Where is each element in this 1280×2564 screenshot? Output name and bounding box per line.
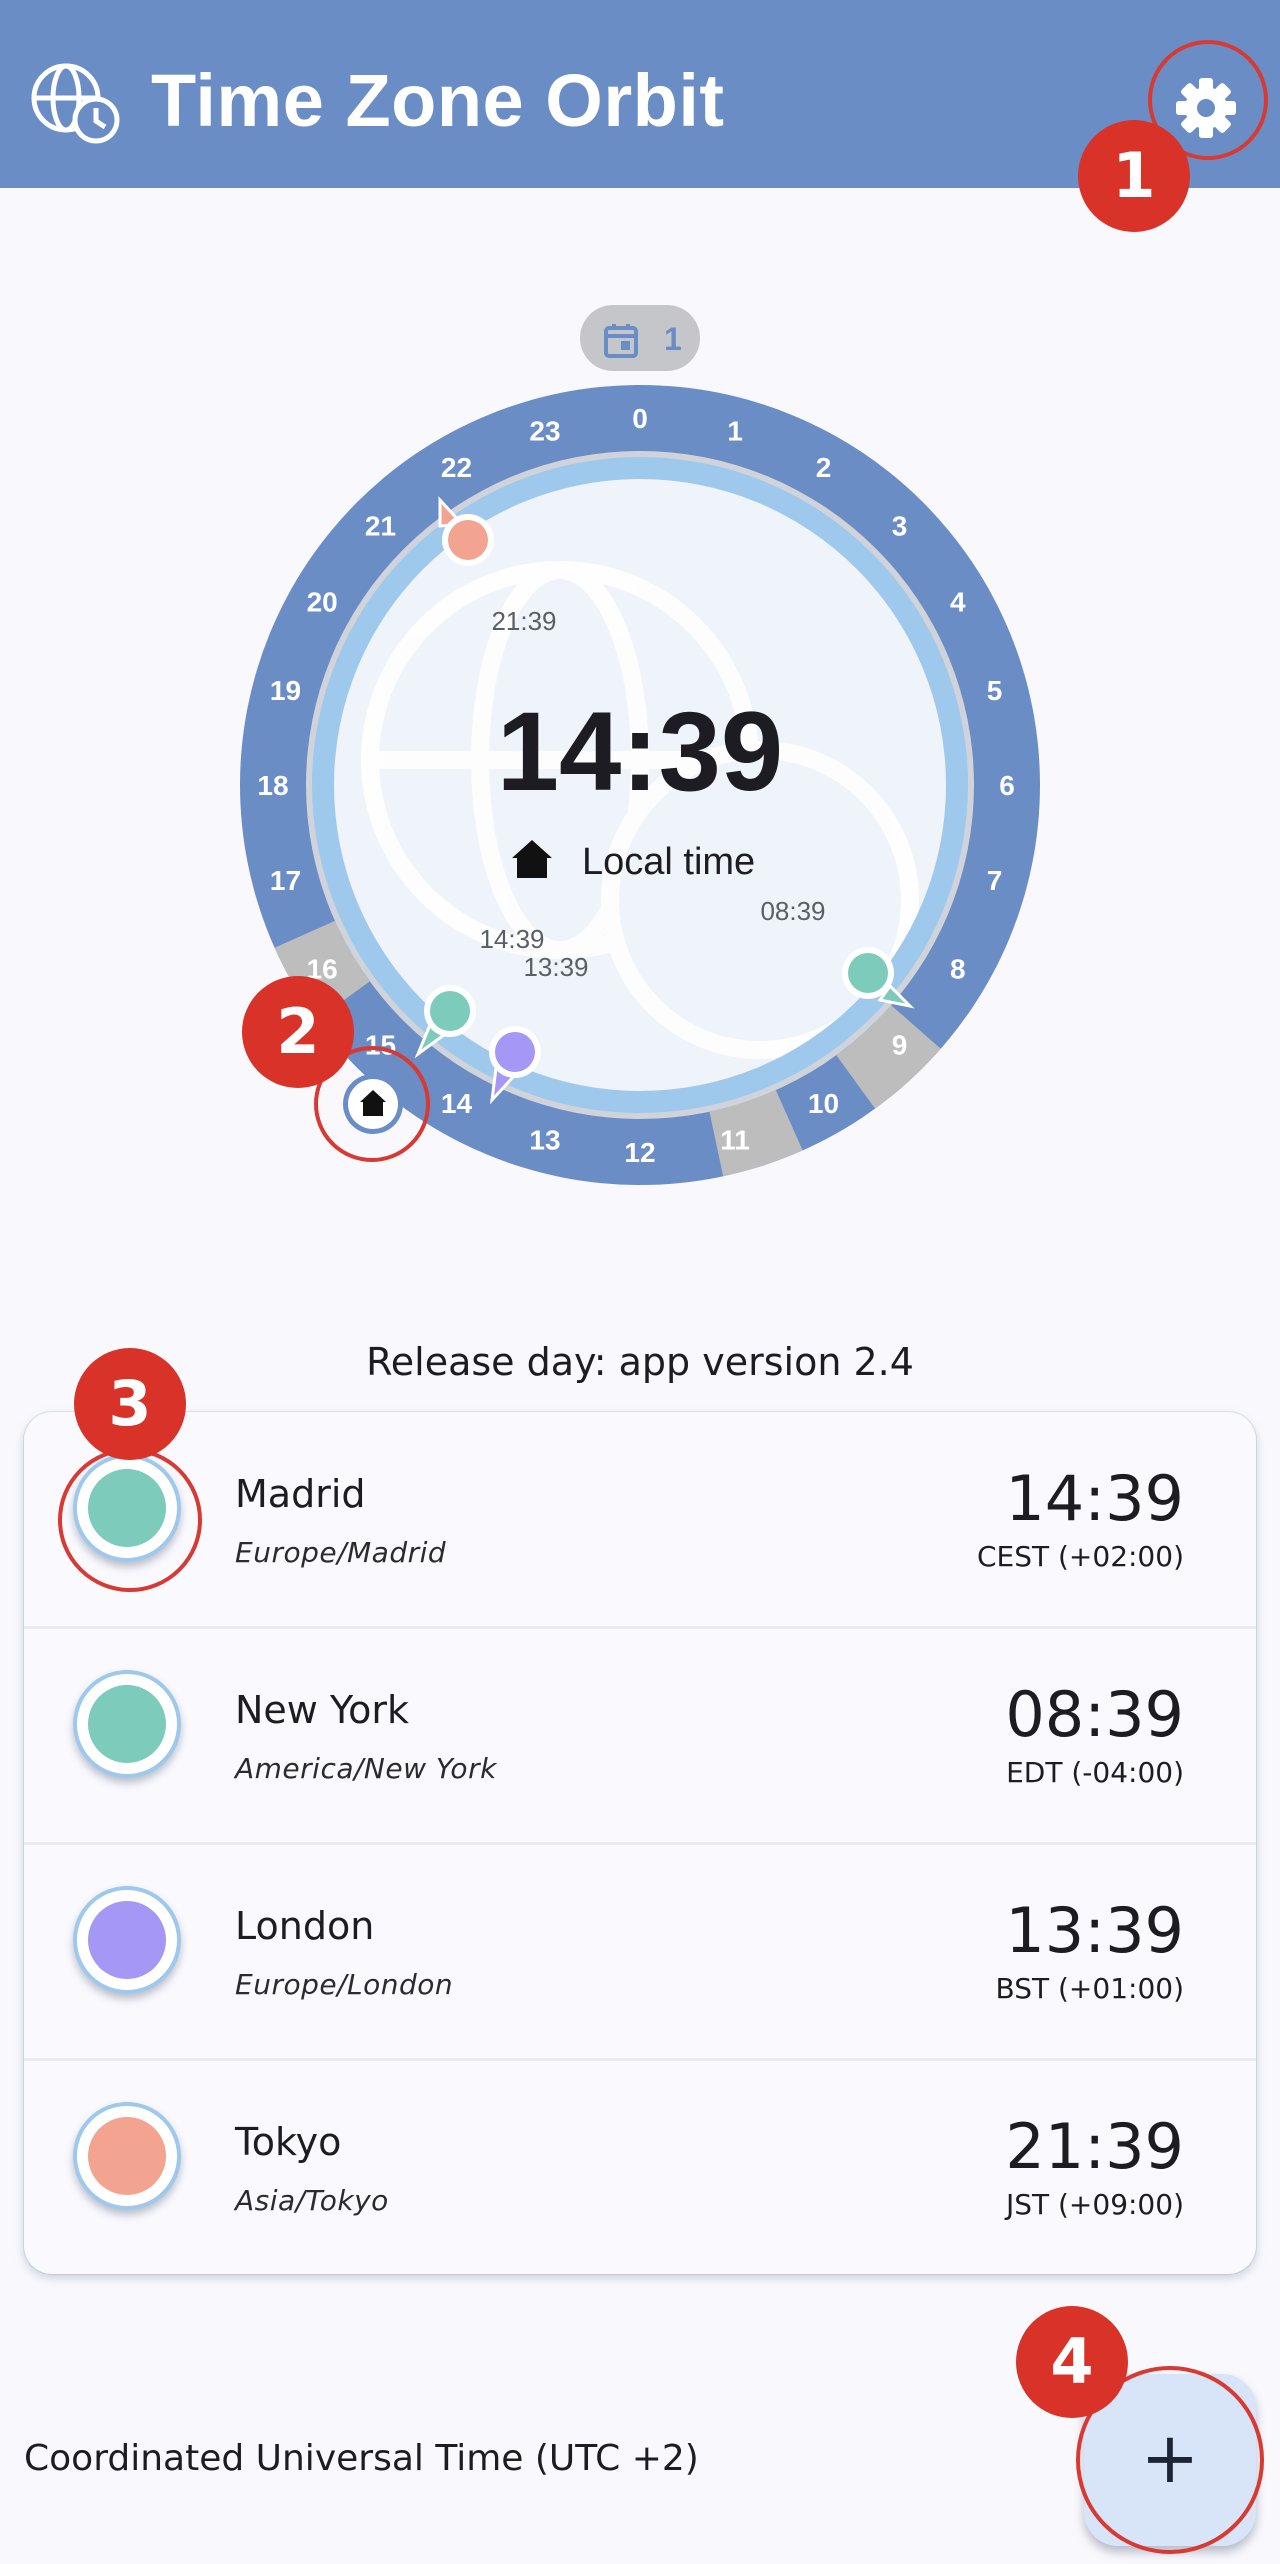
hour-label-20: 20 bbox=[307, 587, 338, 618]
gear-icon[interactable] bbox=[1172, 74, 1240, 142]
list-item[interactable]: Tokyo Asia/Tokyo 21:39 JST (+09:00) bbox=[24, 2060, 1256, 2274]
day-badge-count: 1 bbox=[664, 321, 682, 357]
zone-id: Europe/Madrid bbox=[235, 1536, 447, 1569]
pin-time-new-york: 08:39 bbox=[760, 896, 825, 926]
hour-label-15: 15 bbox=[365, 1030, 396, 1061]
hour-label-18: 18 bbox=[257, 770, 288, 801]
zone-offset: CEST (+02:00) bbox=[976, 1540, 1184, 1573]
hour-label-14: 14 bbox=[441, 1088, 473, 1119]
location-color-avatar[interactable] bbox=[73, 2102, 181, 2210]
hour-label-4: 4 bbox=[950, 587, 966, 618]
city-name: Tokyo bbox=[235, 2120, 342, 2164]
zone-id: America/New York bbox=[235, 1752, 497, 1785]
hour-label-9: 9 bbox=[892, 1030, 908, 1061]
city-name: Madrid bbox=[235, 1472, 366, 1516]
color-dot bbox=[88, 1685, 166, 1763]
app-title: Time Zone Orbit bbox=[151, 59, 725, 142]
list-item[interactable]: London Europe/London 13:39 BST (+01:00) bbox=[24, 1844, 1256, 2060]
list-item[interactable]: Madrid Europe/Madrid 14:39 CEST (+02:00) bbox=[24, 1412, 1256, 1628]
time-dial[interactable]: 0 1234567891011121314151617181920212223 1… bbox=[0, 280, 1280, 1220]
release-banner: Release day: app version 2.4 bbox=[366, 1340, 914, 1384]
hour-label-2: 2 bbox=[816, 452, 832, 483]
zone-offset: EDT (-04:00) bbox=[1006, 1756, 1184, 1789]
location-color-avatar[interactable] bbox=[73, 1670, 181, 1778]
location-time: 21:39 bbox=[1005, 2110, 1184, 2183]
location-time: 14:39 bbox=[1005, 1462, 1184, 1535]
annotation-marker-3: 3 bbox=[74, 1348, 186, 1460]
hour-label-22: 22 bbox=[441, 452, 472, 483]
hour-label-3: 3 bbox=[892, 511, 908, 542]
zone-offset: BST (+01:00) bbox=[995, 1972, 1185, 2005]
zone-offset: JST (+09:00) bbox=[1005, 2188, 1184, 2221]
utc-label: Coordinated Universal Time (UTC +2) bbox=[24, 2438, 699, 2479]
hour-label-23: 23 bbox=[529, 416, 560, 447]
annotation-marker-4: 4 bbox=[1016, 2306, 1128, 2418]
hour-label-13: 13 bbox=[529, 1125, 560, 1156]
hour-label-6: 6 bbox=[999, 770, 1015, 801]
hour-label-0: 0 bbox=[632, 403, 648, 434]
hour-label-19: 19 bbox=[270, 675, 301, 706]
color-dot bbox=[88, 2117, 166, 2195]
annotation-marker-1: 1 bbox=[1078, 120, 1190, 232]
location-time: 08:39 bbox=[1005, 1678, 1184, 1751]
hour-label-8: 8 bbox=[950, 954, 966, 985]
color-dot bbox=[88, 1469, 166, 1547]
location-color-avatar[interactable] bbox=[73, 1886, 181, 1994]
hour-label-10: 10 bbox=[808, 1088, 839, 1119]
hour-label-5: 5 bbox=[987, 675, 1003, 706]
center-label: Local time bbox=[582, 841, 755, 883]
center-time: 14:39 bbox=[497, 689, 783, 814]
globe-clock-icon bbox=[31, 63, 120, 144]
pin-time-madrid: 14:39 bbox=[479, 924, 544, 954]
location-time: 13:39 bbox=[1005, 1894, 1184, 1967]
annotation-marker-2: 2 bbox=[242, 976, 354, 1088]
color-dot bbox=[88, 1901, 166, 1979]
hour-label-17: 17 bbox=[270, 865, 301, 896]
day-badge bbox=[580, 305, 700, 371]
zone-id: Europe/London bbox=[235, 1968, 454, 2001]
city-name: London bbox=[235, 1904, 375, 1948]
hour-label-21: 21 bbox=[365, 511, 396, 542]
hour-label-7: 7 bbox=[987, 865, 1003, 896]
hour-label-11: 11 bbox=[720, 1125, 750, 1156]
location-list: Madrid Europe/Madrid 14:39 CEST (+02:00)… bbox=[24, 1412, 1256, 2274]
hour-label-1: 1 bbox=[727, 416, 743, 447]
list-item[interactable]: New York America/New York 08:39 EDT (-04… bbox=[24, 1628, 1256, 1844]
location-color-avatar[interactable] bbox=[73, 1454, 181, 1562]
city-name: New York bbox=[235, 1688, 410, 1732]
pin-time-london: 13:39 bbox=[523, 952, 588, 982]
hour-label-12: 12 bbox=[624, 1137, 655, 1168]
pin-time-tokyo: 21:39 bbox=[491, 606, 556, 636]
zone-id: Asia/Tokyo bbox=[235, 2184, 389, 2217]
home-pin[interactable] bbox=[343, 1074, 403, 1134]
